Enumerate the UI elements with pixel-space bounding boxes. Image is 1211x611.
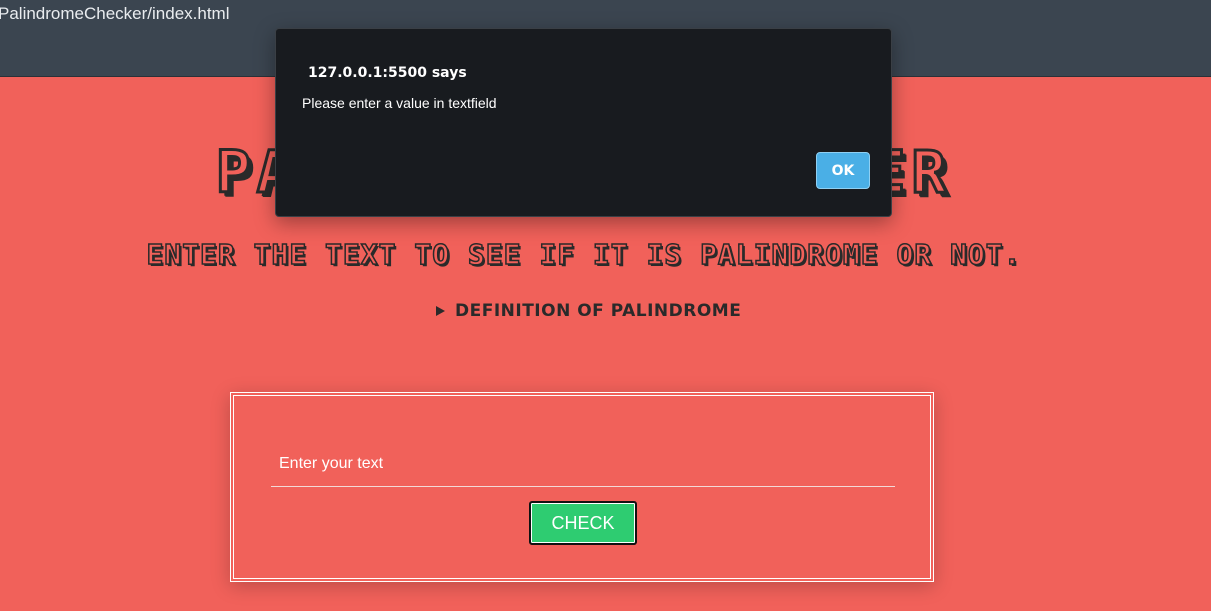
play-triangle-icon (436, 306, 445, 316)
text-input[interactable] (271, 441, 895, 487)
dialog-origin: 127.0.0.1:5500 says (308, 65, 467, 81)
ok-button[interactable]: OK (816, 152, 870, 189)
definition-details-toggle[interactable]: Definition of Palindrome (436, 301, 741, 321)
page-subtitle: Enter the text to see if it is palindrom… (146, 237, 1022, 272)
checker-card: CHECK (230, 392, 934, 582)
check-button[interactable]: CHECK (529, 501, 637, 545)
url-text[interactable]: PalindromeChecker/index.html (0, 4, 230, 24)
dialog-message: Please enter a value in textfield (302, 95, 497, 111)
alert-dialog: 127.0.0.1:5500 says Please enter a value… (275, 28, 892, 217)
definition-summary-label: Definition of Palindrome (455, 301, 742, 321)
